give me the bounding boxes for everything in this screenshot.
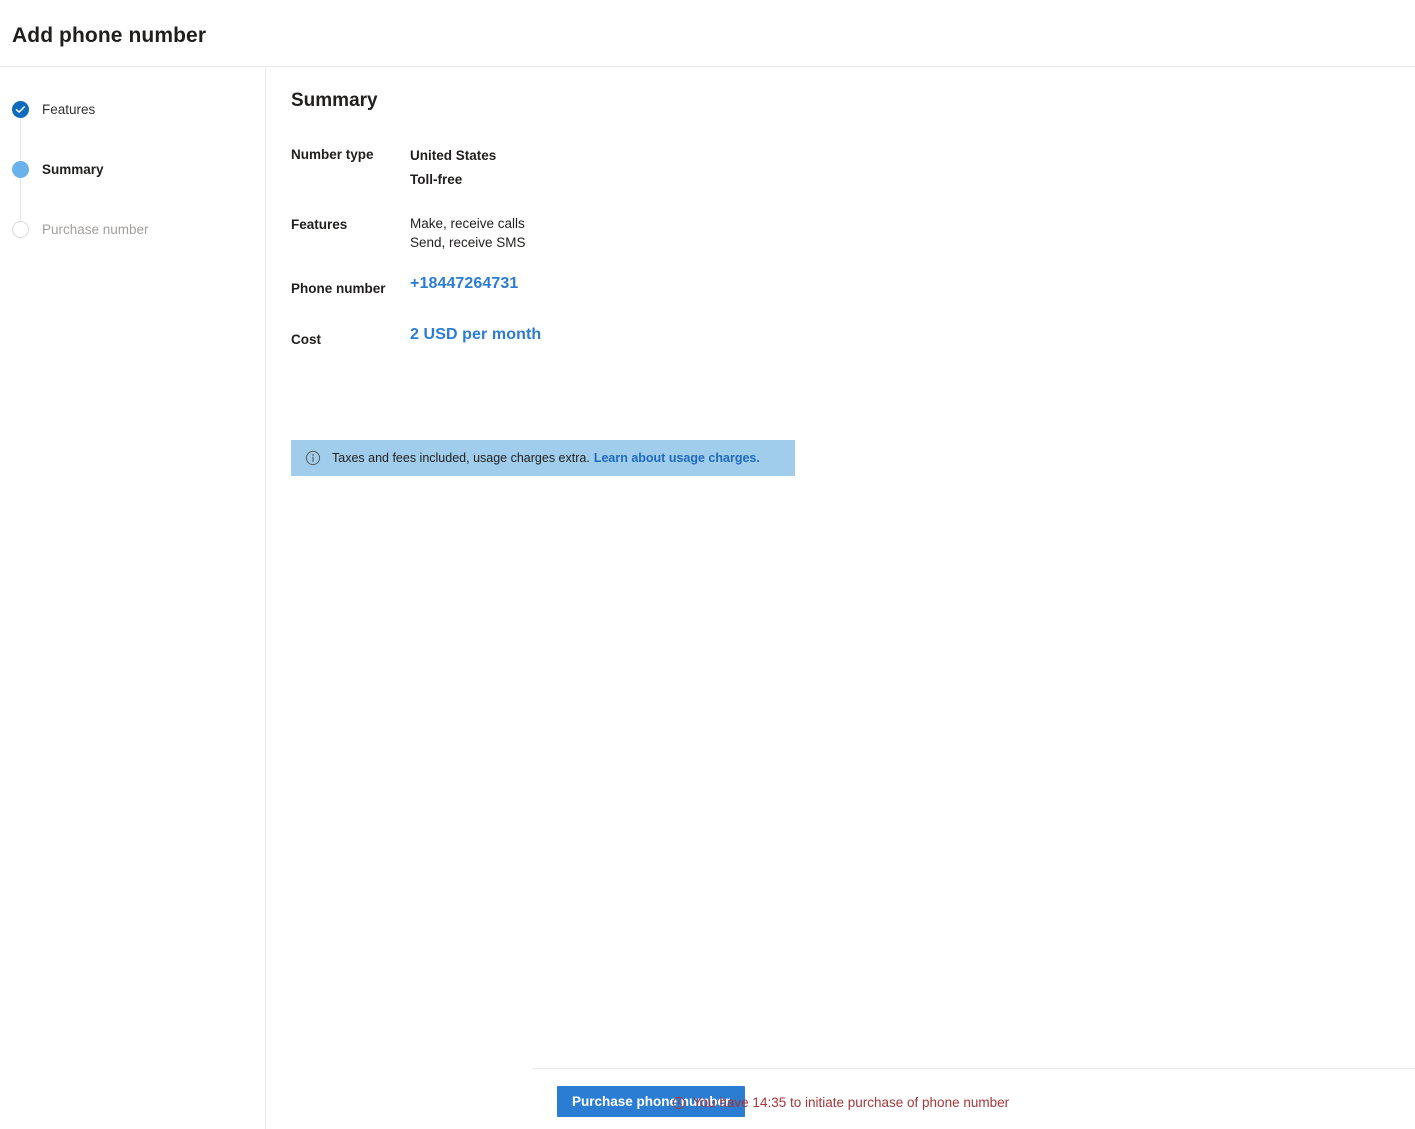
add-phone-number-dialog: Add phone number Features Summary Purcha… (0, 0, 1415, 1129)
section-title: Summary (291, 90, 378, 111)
stepper-item-summary[interactable]: Summary (12, 159, 104, 179)
detail-value: Make, receive calls Send, receive SMS (410, 214, 526, 252)
feature-calling: Make, receive calls (410, 216, 525, 231)
wizard-sidebar: Features Summary Purchase number (0, 67, 266, 1129)
detail-label: Number type (291, 147, 374, 162)
empty-circle-icon (12, 220, 29, 238)
info-circle-icon (305, 450, 321, 466)
phone-number-value[interactable]: +18447264731 (410, 275, 518, 292)
timer-text: You have 14:35 to initiate purchase of p… (692, 1095, 1010, 1110)
detail-value: +18447264731 (410, 274, 518, 298)
detail-label: Features (291, 217, 348, 232)
dialog-body: Features Summary Purchase number Summary… (0, 67, 1415, 1129)
banner-text: Taxes and fees included, usage charges e… (332, 451, 590, 465)
stepper-item-label: Summary (42, 161, 104, 177)
detail-row-cost: Cost 2 USD per month (291, 325, 991, 349)
detail-label: Cost (291, 332, 321, 347)
page-title: Add phone number (12, 24, 207, 47)
detail-row-features: Features Make, receive calls Send, recei… (291, 214, 991, 252)
wizard-content: Summary Number type United States Toll-f… (266, 67, 1415, 1129)
check-icon (12, 100, 29, 118)
detail-row-phone-number: Phone number +18447264731 (291, 274, 991, 298)
detail-value: 2 USD per month (410, 325, 541, 349)
feature-sms: Send, receive SMS (410, 235, 526, 250)
stepper-connector-1 (20, 118, 21, 160)
number-type-kind: Toll-free (410, 172, 463, 187)
summary-details: Number type United States Toll-free Feat… (291, 144, 991, 349)
stepper-item-label: Purchase number (42, 221, 149, 237)
detail-value: United States Toll-free (410, 144, 496, 192)
number-type-country: United States (410, 148, 497, 163)
clock-icon (672, 1096, 686, 1110)
cost-value[interactable]: 2 USD per month (410, 326, 541, 343)
filled-circle-icon (12, 160, 29, 178)
learn-about-usage-charges-link[interactable]: Learn about usage charges. (594, 451, 760, 465)
stepper-item-label: Features (42, 101, 96, 117)
detail-row-number-type: Number type United States Toll-free (291, 144, 991, 192)
detail-label: Phone number (291, 281, 386, 296)
stepper-item-features[interactable]: Features (12, 99, 95, 119)
usage-charges-banner: Taxes and fees included, usage charges e… (291, 440, 795, 476)
stepper-item-purchase-number[interactable]: Purchase number (12, 219, 149, 239)
purchase-timer-message: You have 14:35 to initiate purchase of p… (266, 1095, 1415, 1110)
stepper-connector-2 (20, 178, 21, 220)
dialog-header: Add phone number (0, 0, 1415, 67)
